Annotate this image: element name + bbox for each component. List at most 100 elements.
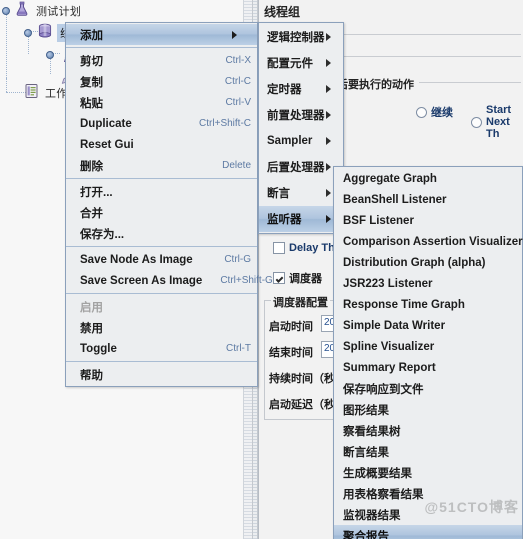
menu-item-accelerator: Ctrl+Shift-G [220,275,273,286]
menu-item-label: 删除 [80,160,103,173]
menu-item-label: 复制 [80,76,103,89]
tree-line [6,78,7,92]
menu-item-post-processor[interactable]: 后置处理器 [259,154,343,180]
menu-item-timer[interactable]: 定时器 [259,76,343,102]
menu-item-label: 保存响应到文件 [343,383,424,396]
menu-item-cut[interactable]: 剪切 Ctrl-X [66,50,257,71]
delay-thread-label: Delay Thr [289,242,340,254]
chevron-right-icon [232,30,251,39]
menu-item-distribution-graph[interactable]: Distribution Graph (alpha) [334,252,522,273]
menu-item-label: Aggregate Graph [343,172,437,185]
menu-item-reset-gui[interactable]: Reset Gui [66,134,257,155]
menu-item-label: 生成概要结果 [343,467,412,480]
menu-item-generate-summary-results[interactable]: 生成概要结果 [334,462,522,483]
menu-item-save-node-as-image[interactable]: Save Node As Image Ctrl-G [66,249,257,270]
menu-item-accelerator: Ctrl-T [226,343,251,354]
menu-item-label: 启用 [80,301,103,314]
tree-expander-knob[interactable] [46,51,54,59]
menu-item-label: 前置处理器 [267,110,325,122]
menu-item-merge[interactable]: 合并 [66,202,257,223]
menu-item-save-responses-to-file[interactable]: 保存响应到文件 [334,378,522,399]
radio-label: 继续 [431,107,453,119]
menu-item-label: Save Screen As Image [80,274,203,287]
menu-item-label: 禁用 [80,322,103,335]
duration-label: 持续时间（秒 [269,373,335,385]
action-group-label: 后要执行的动作 [335,76,416,92]
menu-item-summary-report[interactable]: Summary Report [334,357,522,378]
menu-item-config-element[interactable]: 配置元件 [259,50,343,76]
menu-item-label: 剪切 [80,55,103,68]
menu-item-assertion[interactable]: 断言 [259,180,343,206]
menu-item-accelerator: Ctrl+Shift-C [199,118,251,129]
radio-button-icon[interactable] [416,106,427,118]
menu-item-graph-results[interactable]: 图形结果 [334,399,522,420]
menu-item-aggregate-graph[interactable]: Aggregate Graph [334,168,522,189]
menu-item-label: 后置处理器 [267,162,325,174]
startup-delay-label: 启动延迟（秒 [269,399,335,411]
menu-separator [66,47,257,48]
add-submenu[interactable]: 逻辑控制器 配置元件 定时器 前置处理器 Sampler 后置处理器 断言 监听… [258,22,344,234]
start-time-label: 启动时间 [269,321,313,333]
menu-item-label: Response Time Graph [343,298,465,311]
menu-item-spline-visualizer[interactable]: Spline Visualizer [334,336,522,357]
menu-item-toggle[interactable]: Toggle Ctrl-T [66,338,257,359]
context-menu[interactable]: 添加 剪切 Ctrl-X 复制 Ctrl-C 粘贴 Ctrl-V Duplica… [65,22,273,387]
menu-item-disable[interactable]: 禁用 [66,317,257,338]
menu-item-label: 断言 [267,188,290,200]
menu-item-view-results-tree[interactable]: 察看结果树 [334,420,522,441]
menu-item-accelerator: Delete [222,160,251,171]
tree-expander-knob[interactable] [24,29,32,37]
menu-item-beanshell-listener[interactable]: BeanShell Listener [334,189,522,210]
end-time-label: 结束时间 [269,347,313,359]
menu-item-assertion-results[interactable]: 断言结果 [334,441,522,462]
listener-submenu[interactable]: Aggregate Graph BeanShell Listener BSF L… [333,166,523,539]
menu-item-monitor-results[interactable]: 监视器结果 [334,504,522,525]
delay-thread-row[interactable]: Delay Thr [273,242,339,254]
menu-item-bsf-listener[interactable]: BSF Listener [334,210,522,231]
delay-thread-checkbox[interactable] [273,242,285,254]
menu-item-label: 监视器结果 [343,509,401,522]
menu-item-duplicate[interactable]: Duplicate Ctrl+Shift-C [66,113,257,134]
menu-item-label: Reset Gui [80,138,134,151]
menu-item-listener[interactable]: 监听器 [259,206,343,232]
menu-item-copy[interactable]: 复制 Ctrl-C [66,71,257,92]
tree-node-label: 测试计划 [36,6,82,18]
flask-icon [14,1,30,22]
menu-item-help[interactable]: 帮助 [66,364,257,385]
menu-item-label: 配置元件 [267,58,313,70]
menu-item-sampler[interactable]: Sampler [259,128,343,154]
tree-node-test-plan[interactable]: 测试计划 [2,1,84,21]
radio-button-icon[interactable] [471,116,482,128]
menu-item-aggregate-report[interactable]: 聚合报告 [334,525,522,539]
menu-item-paste[interactable]: 粘贴 Ctrl-V [66,92,257,113]
menu-item-response-time-graph[interactable]: Response Time Graph [334,294,522,315]
menu-item-delete[interactable]: 删除 Delete [66,155,257,176]
scheduler-checkbox[interactable] [273,272,285,284]
menu-separator [66,178,257,179]
menu-item-add[interactable]: 添加 [66,24,257,45]
menu-item-label: 逻辑控制器 [267,32,325,44]
chevron-right-icon [326,59,337,67]
chevron-right-icon [326,85,337,93]
menu-item-comparison-assertion-visualizer[interactable]: Comparison Assertion Visualizer [334,231,523,252]
menu-item-label: 粘贴 [80,97,103,110]
menu-item-open[interactable]: 打开... [66,181,257,202]
menu-item-label: Distribution Graph (alpha) [343,256,486,269]
menu-item-label: 合并 [80,207,103,220]
radio-start-next-thread[interactable]: Start Next Th [471,104,523,140]
menu-item-save-as[interactable]: 保存为... [66,223,257,244]
menu-item-pre-processor[interactable]: 前置处理器 [259,102,343,128]
menu-item-label: Save Node As Image [80,253,193,266]
menu-item-jsr223-listener[interactable]: JSR223 Listener [334,273,522,294]
divider [419,82,521,83]
radio-continue[interactable]: 继续 [416,104,453,120]
menu-item-view-results-in-table[interactable]: 用表格察看结果 [334,483,522,504]
tree-expander-knob[interactable] [2,7,10,15]
workbench-icon [24,83,39,104]
scheduler-group-label: 调度器配置 [271,294,330,310]
scheduler-row[interactable]: 调度器 [273,270,322,286]
menu-item-save-screen-as-image[interactable]: Save Screen As Image Ctrl+Shift-G [66,270,273,291]
menu-item-accelerator: Ctrl-X [225,55,251,66]
menu-item-simple-data-writer[interactable]: Simple Data Writer [334,315,522,336]
menu-item-logic-controller[interactable]: 逻辑控制器 [259,24,343,50]
